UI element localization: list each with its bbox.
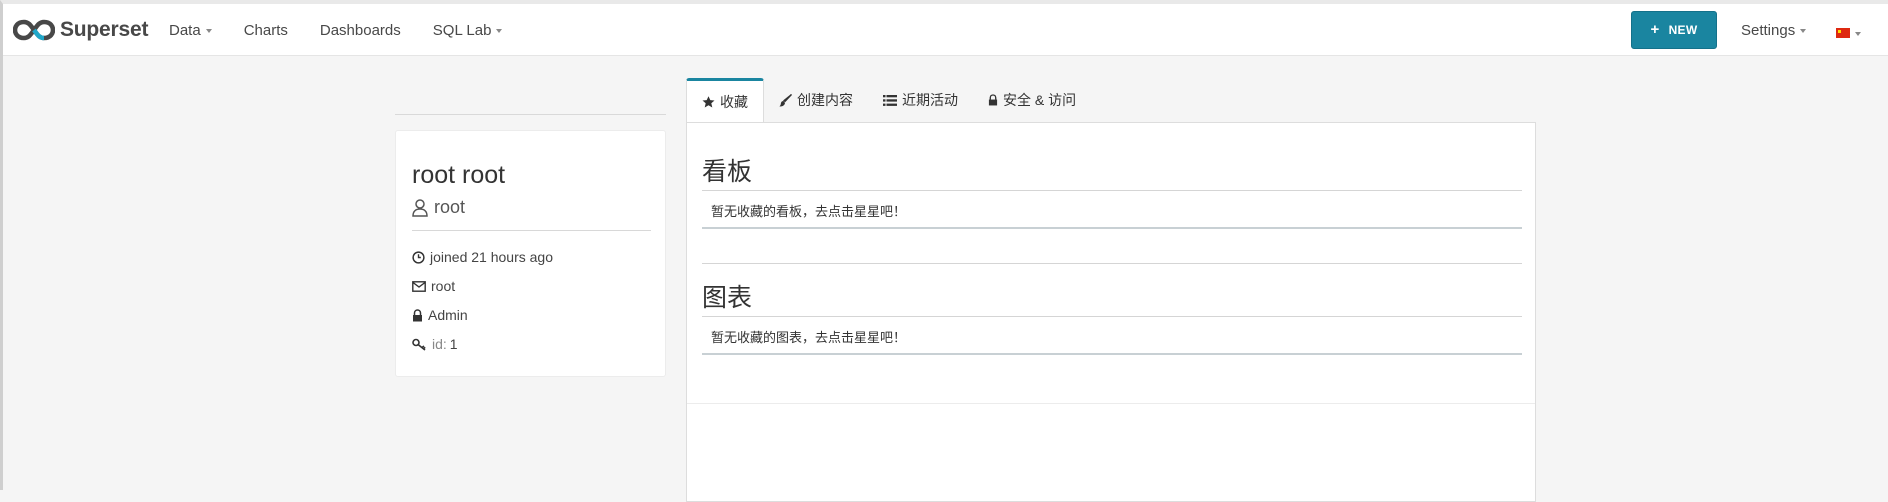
profile-username: root xyxy=(412,197,465,218)
lock-icon xyxy=(413,308,422,321)
settings-menu[interactable]: Settings xyxy=(1741,4,1807,56)
app-frame: Superset Data Charts Dashboards SQL Lab … xyxy=(0,0,1888,502)
tab-created-label: 创建内容 xyxy=(797,92,853,108)
tab-recent-activity[interactable]: 近期活动 xyxy=(868,78,973,122)
lock-icon xyxy=(988,94,998,106)
language-picker[interactable] xyxy=(1836,28,1861,38)
profile-id-value: 1 xyxy=(449,336,458,352)
profile-card: root root root joined 21 hours ago root xyxy=(395,130,666,377)
profile-email-text: root xyxy=(431,278,456,294)
nav-dashboards-label: Dashboards xyxy=(319,21,401,39)
tab-security-access-label: 安全 & 访问 xyxy=(1003,92,1077,108)
nav-sql-lab[interactable]: SQL Lab xyxy=(417,4,519,56)
profile-email: root xyxy=(412,278,455,294)
caret-down-icon xyxy=(1855,32,1861,36)
profile-role: Admin xyxy=(412,307,468,323)
charts-table-bottom xyxy=(702,353,1522,355)
profile-role-text: Admin xyxy=(428,307,468,323)
caret-down-icon xyxy=(1800,29,1807,33)
settings-label: Settings xyxy=(1741,21,1796,39)
charts-section-title: 图表 xyxy=(702,284,753,312)
envelope-icon xyxy=(412,280,426,292)
star-icon xyxy=(702,96,715,108)
main-nav: Data Charts Dashboards SQL Lab xyxy=(153,4,518,56)
china-flag-icon xyxy=(1836,28,1850,38)
brand-logo[interactable]: Superset xyxy=(13,17,148,43)
dashboards-table-bottom xyxy=(702,227,1522,229)
clock-icon xyxy=(412,250,425,264)
nav-charts-label: Charts xyxy=(243,21,288,39)
nav-charts[interactable]: Charts xyxy=(228,4,304,56)
dashboards-empty-message: 暂无收藏的看板，去点击星星吧！ xyxy=(711,204,907,219)
profile-username-text: root xyxy=(434,197,466,217)
profile-tabs: 收藏 创建内容 近期活动 安全 & 访问 xyxy=(686,78,1091,123)
panel-footer-divider xyxy=(687,403,1535,404)
profile-divider xyxy=(412,230,651,231)
profile-id-label: id: xyxy=(432,336,447,352)
tab-security-access[interactable]: 安全 & 访问 xyxy=(973,78,1091,122)
paint-brush-icon xyxy=(779,93,792,106)
new-button-label: NEW xyxy=(1668,23,1698,37)
profile-id: id: 1 xyxy=(412,336,458,352)
profile-full-name: root root xyxy=(412,161,506,189)
caret-down-icon xyxy=(205,29,212,33)
favorites-panel: 看板 暂无收藏的看板，去点击星星吧！ 图表 暂无收藏的图表，去点击星星吧！ xyxy=(686,122,1536,502)
profile-top-divider xyxy=(395,114,666,115)
profile-joined-text: joined 21 hours ago xyxy=(430,249,553,265)
profile-joined: joined 21 hours ago xyxy=(412,249,553,265)
charts-empty-message: 暂无收藏的图表，去点击星星吧！ xyxy=(711,330,907,345)
tab-created[interactable]: 创建内容 xyxy=(764,78,868,122)
dashboards-title-divider xyxy=(702,190,1522,191)
user-icon xyxy=(412,198,428,217)
superset-logo-icon xyxy=(13,19,55,41)
dashboards-section-title: 看板 xyxy=(702,158,753,186)
tab-recent-activity-label: 近期活动 xyxy=(902,92,958,108)
plus-icon: + xyxy=(1650,21,1660,38)
nav-data-label: Data xyxy=(169,21,201,39)
key-icon xyxy=(412,338,426,351)
tab-favorites[interactable]: 收藏 xyxy=(686,78,764,123)
brand-name: Superset xyxy=(60,18,149,41)
charts-title-divider xyxy=(702,316,1522,317)
new-button[interactable]: + NEW xyxy=(1631,11,1717,49)
navbar: Superset Data Charts Dashboards SQL Lab … xyxy=(3,4,1888,56)
nav-sql-lab-label: SQL Lab xyxy=(432,21,492,39)
section-separator xyxy=(702,263,1522,264)
caret-down-icon xyxy=(496,29,503,33)
nav-dashboards[interactable]: Dashboards xyxy=(304,4,417,56)
nav-data[interactable]: Data xyxy=(153,4,228,56)
list-icon xyxy=(883,94,897,106)
tab-favorites-label: 收藏 xyxy=(720,94,748,110)
